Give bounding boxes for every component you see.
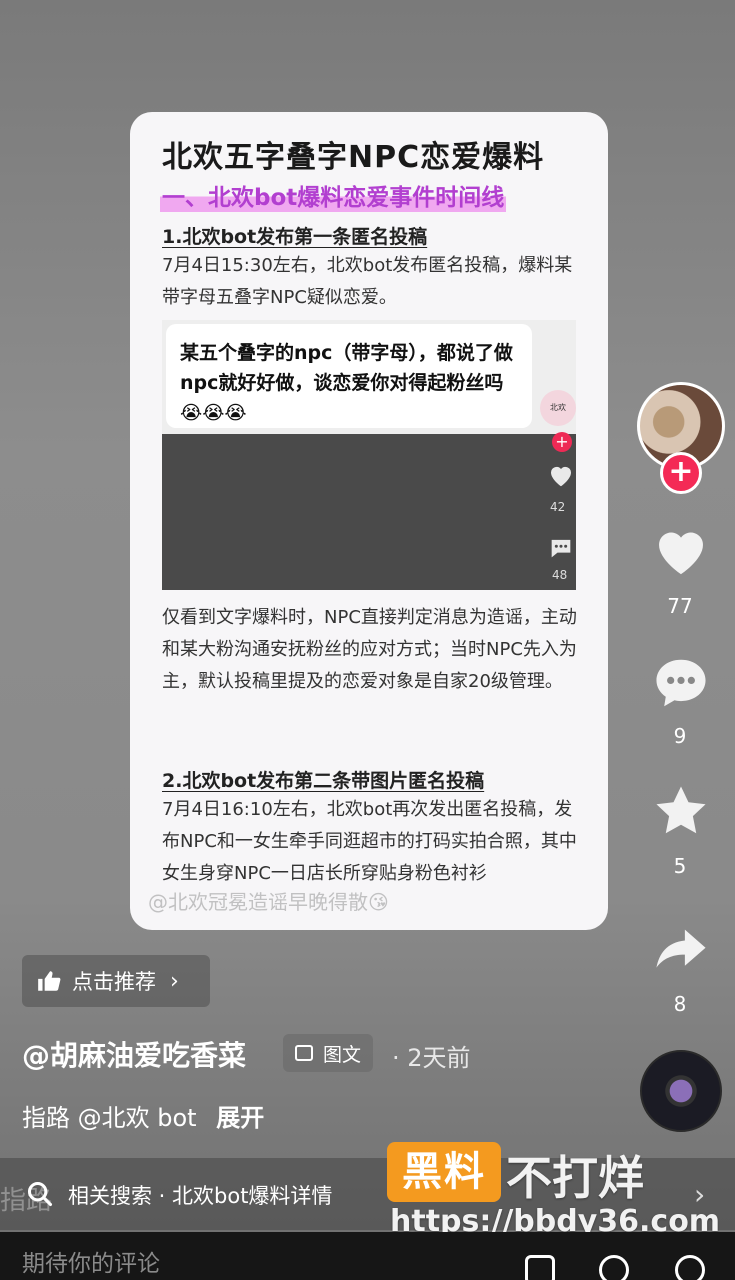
embedded-comment-icon: [551, 539, 571, 558]
section-heading: 一、北欢bot爆料恋爱事件时间线: [160, 178, 507, 212]
caption-text: 指路 @北欢 bot: [22, 1104, 197, 1132]
embedded-screenshot: 某五个叠字的npc（带字母），都说了做npc就好好做，谈恋爱你对得起粉丝吗😭😭😭…: [162, 320, 576, 590]
comment-placeholder: 期待你的评论: [22, 1251, 160, 1277]
like-heart-icon[interactable]: [650, 520, 712, 582]
embedded-avatar: 北欢: [540, 390, 576, 426]
embedded-message-bubble: 某五个叠字的npc（带字母），都说了做npc就好好做，谈恋爱你对得起粉丝吗😭😭😭: [166, 324, 532, 428]
comment-input-bar[interactable]: 期待你的评论: [0, 1232, 735, 1280]
favorite-count: 5: [673, 854, 687, 878]
subheading-2: 2.北欢bot发布第二条带图片匿名投稿: [162, 770, 485, 792]
embedded-heart-icon: [551, 466, 571, 487]
post-time: · 2天前: [392, 1044, 471, 1072]
card-watermark: @北欢冠冕造谣早晚得散😘: [148, 890, 389, 914]
share-arrow-icon[interactable]: [650, 918, 712, 980]
post-type-tag: 图文: [283, 1034, 374, 1072]
music-disc[interactable]: [640, 1050, 722, 1132]
image-post-icon: [295, 1045, 313, 1061]
embedded-comment-count: 48: [552, 568, 568, 582]
comment-count: 9: [673, 724, 687, 748]
embedded-like-count: 42: [550, 500, 566, 514]
paragraph-2: 仅看到文字爆料时，NPC直接判定消息为造谣，主动和某大粉沟通安抚粉丝的应对方式；…: [162, 607, 577, 692]
at-mention-icon[interactable]: [596, 1252, 632, 1280]
paragraph-3: 7月4日16:10左右，北欢bot再次发出匿名投稿，发布NPC和一女生牵手同逛超…: [162, 799, 577, 884]
emoji-icon[interactable]: [672, 1252, 708, 1280]
brand-logo: 黑料: [387, 1142, 501, 1202]
recommend-label: 点击推荐: [72, 970, 156, 994]
paragraph-1: 7月4日15:30左右，北欢bot发布匿名投稿，爆料某带字母五叠字NPC疑似恋爱…: [162, 255, 573, 308]
share-count: 8: [673, 992, 687, 1016]
chevron-right-icon: ›: [170, 968, 179, 994]
brand-name: 不打烊: [506, 1151, 644, 1205]
embedded-dark-area: [162, 434, 576, 590]
recommend-button[interactable]: 点击推荐 ›: [22, 955, 210, 1007]
expand-button[interactable]: 展开: [216, 1104, 264, 1132]
favorite-star-icon[interactable]: [650, 780, 712, 842]
post-image-card[interactable]: 北欢五字叠字NPC恋爱爆料 一、北欢bot爆料恋爱事件时间线 1.北欢bot发布…: [130, 112, 608, 930]
caption: 指路 @北欢 bot 展开: [22, 1098, 264, 1133]
comment-bubble-icon[interactable]: [650, 652, 712, 714]
search-icon: [27, 1181, 53, 1207]
thumbs-up-icon: [38, 971, 61, 991]
card-title: 北欢五字叠字NPC恋爱爆料: [162, 140, 545, 175]
image-icon[interactable]: [522, 1252, 558, 1280]
subheading-1: 1.北欢bot发布第一条匿名投稿: [162, 226, 428, 248]
like-count: 77: [667, 594, 693, 618]
post-type-label: 图文: [323, 1043, 362, 1066]
embedded-plus-icon: +: [552, 432, 572, 452]
follow-plus-button[interactable]: +: [660, 452, 702, 494]
author-name[interactable]: @胡麻油爱吃香菜: [22, 1034, 246, 1074]
related-search-label: 相关搜索 · 北欢bot爆料详情: [68, 1184, 333, 1208]
